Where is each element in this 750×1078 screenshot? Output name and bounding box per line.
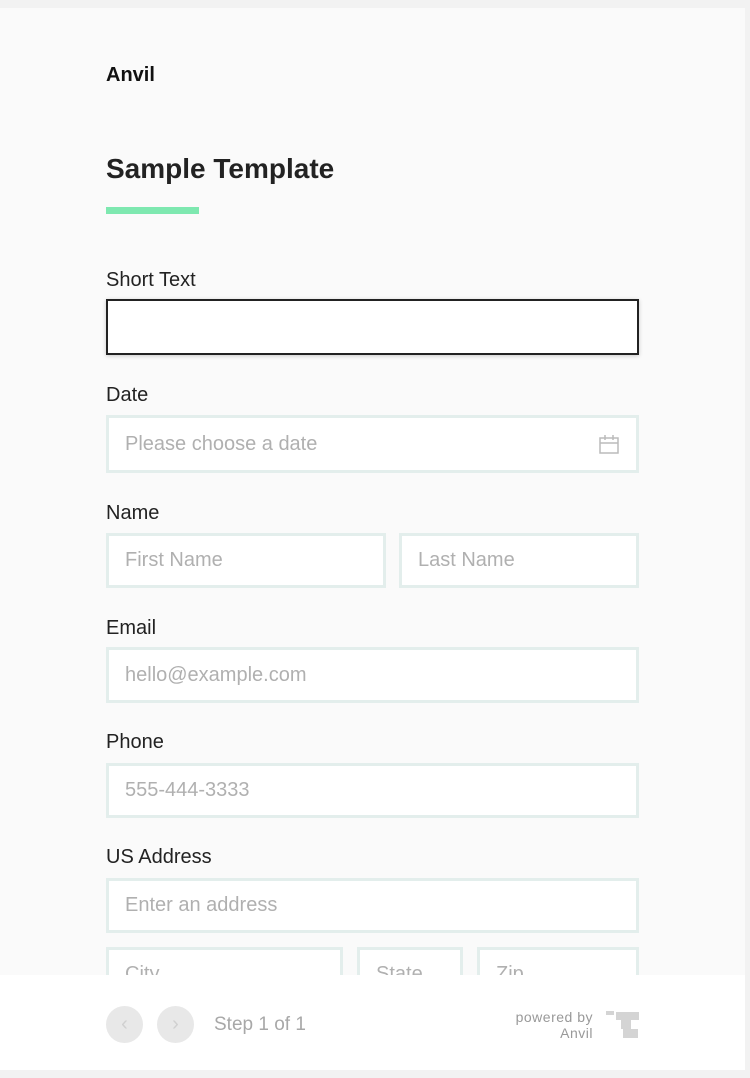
short-text-label: Short Text xyxy=(106,269,196,291)
chevron-right-icon: › xyxy=(172,1013,179,1035)
footer: ‹ › Step 1 of 1 powered by Anvil xyxy=(0,975,745,1070)
prev-button[interactable]: ‹ xyxy=(106,1006,143,1043)
first-name-input[interactable]: First Name xyxy=(106,533,386,588)
powered-by-text: powered by xyxy=(515,1009,593,1025)
name-label: Name xyxy=(106,502,160,524)
brand-logo: Anvil xyxy=(106,64,155,86)
date-placeholder: Please choose a date xyxy=(125,432,318,455)
powered-by-brand: Anvil xyxy=(560,1025,593,1041)
last-name-placeholder: Last Name xyxy=(418,549,515,571)
short-text-input[interactable] xyxy=(106,299,639,355)
address-input[interactable]: Enter an address xyxy=(106,878,639,933)
title-underline xyxy=(106,207,199,214)
step-indicator: Step 1 of 1 xyxy=(214,1014,306,1035)
email-label: Email xyxy=(106,617,157,639)
state-select[interactable]: State ⌄ xyxy=(357,947,463,975)
city-input[interactable]: City xyxy=(106,947,343,975)
phone-placeholder: 555-444-3333 xyxy=(125,779,250,801)
email-placeholder: hello@example.com xyxy=(125,663,307,686)
state-placeholder: State xyxy=(376,963,423,975)
chevron-down-icon: ⌄ xyxy=(431,964,448,975)
phone-input[interactable]: 555-444-3333 xyxy=(106,763,639,818)
calendar-icon[interactable] xyxy=(598,434,620,456)
form-page: Anvil Sample Template Short Text Date Pl… xyxy=(0,8,745,975)
last-name-input[interactable]: Last Name xyxy=(399,533,639,588)
date-label: Date xyxy=(106,384,149,406)
date-input[interactable]: Please choose a date xyxy=(106,415,639,473)
address-label: US Address xyxy=(106,846,212,868)
anvil-logo-icon xyxy=(606,1011,639,1038)
address-placeholder: Enter an address xyxy=(125,894,278,916)
powered-by[interactable]: powered by Anvil xyxy=(516,1009,593,1041)
zip-input[interactable]: Zip xyxy=(477,947,639,975)
first-name-placeholder: First Name xyxy=(125,549,223,571)
phone-label: Phone xyxy=(106,731,164,753)
email-input[interactable]: hello@example.com xyxy=(106,647,639,703)
page-title: Sample Template xyxy=(106,153,335,184)
chevron-left-icon: ‹ xyxy=(121,1013,128,1035)
city-placeholder: City xyxy=(125,963,160,975)
zip-placeholder: Zip xyxy=(496,963,524,975)
next-button[interactable]: › xyxy=(157,1006,194,1043)
